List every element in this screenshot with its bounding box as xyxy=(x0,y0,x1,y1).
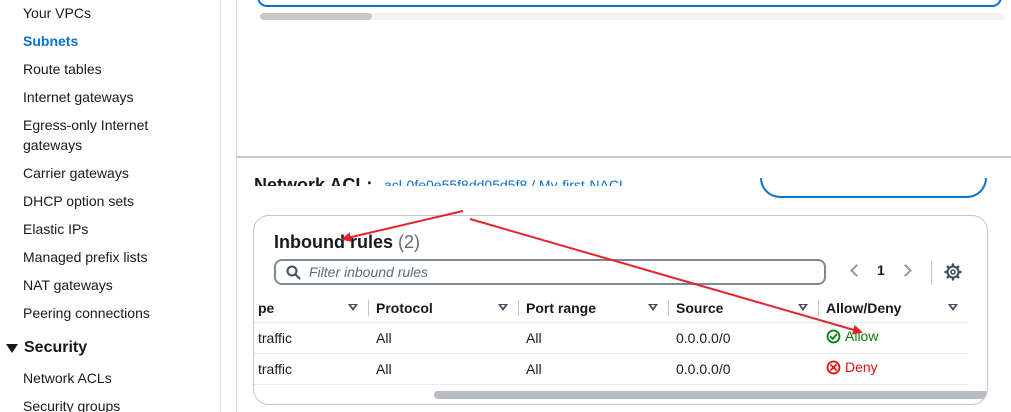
selected-table-edge xyxy=(257,0,1002,7)
table-scrollbar-thumb[interactable] xyxy=(434,391,987,399)
table-row[interactable]: traffic All All 0.0.0.0/0 Deny xyxy=(254,353,968,385)
top-pane xyxy=(236,0,1011,156)
cell-source: 0.0.0.0/0 xyxy=(668,353,818,385)
network-acl-link[interactable]: acl-0fe0e55f8dd05d5f8 / My-first-NACL xyxy=(384,176,627,186)
sort-icon[interactable] xyxy=(498,304,508,311)
sidebar-section-security[interactable]: Security xyxy=(6,339,87,357)
filter-inbound-rules[interactable] xyxy=(274,259,826,285)
cell-type: traffic xyxy=(254,322,368,354)
sidebar-item-internet-gateways[interactable]: Internet gateways xyxy=(23,87,134,107)
actions-button[interactable] xyxy=(760,178,987,198)
sort-icon[interactable] xyxy=(798,304,808,311)
status-allow: Allow xyxy=(826,328,878,344)
column-header-label: Source xyxy=(676,299,724,316)
pager-divider xyxy=(931,261,932,285)
inbound-rules-count: (2) xyxy=(398,232,421,252)
inbound-rules-table: pe Protocol Port range Source Allow/Deny… xyxy=(254,294,968,385)
cell-allow-deny: Deny xyxy=(818,353,968,385)
column-header-label: pe xyxy=(258,299,275,316)
sidebar-item-network-acls[interactable]: Network ACLs xyxy=(23,368,112,388)
x-circle-icon xyxy=(826,360,841,375)
filter-input[interactable] xyxy=(309,264,789,280)
sidebar-item-egress-only-internet-gateways[interactable]: Egress-only Internet xyxy=(23,115,148,135)
cell-port-range: All xyxy=(518,322,668,354)
current-page[interactable]: 1 xyxy=(877,262,885,278)
inbound-rules-title-text: Inbound rules xyxy=(274,232,393,252)
sidebar-item-dhcp-option-sets[interactable]: DHCP option sets xyxy=(23,191,134,211)
caret-down-icon xyxy=(6,343,18,353)
top-scrollbar-thumb[interactable] xyxy=(260,13,372,20)
column-header-type[interactable]: pe xyxy=(254,294,368,323)
column-header-label: Allow/Deny xyxy=(826,299,902,316)
cell-type: traffic xyxy=(254,353,368,385)
cell-source: 0.0.0.0/0 xyxy=(668,322,818,354)
column-divider[interactable] xyxy=(818,300,819,316)
column-header-label: Protocol xyxy=(376,299,433,316)
sort-icon[interactable] xyxy=(348,304,358,311)
sidebar-item-carrier-gateways[interactable]: Carrier gateways xyxy=(23,163,129,183)
table-header-row: pe Protocol Port range Source Allow/Deny xyxy=(254,294,968,323)
sort-icon[interactable] xyxy=(648,304,658,311)
status-label: Deny xyxy=(845,359,878,376)
pagination: 1 xyxy=(850,262,912,278)
column-header-label: Port range xyxy=(526,299,597,316)
inbound-rules-title: Inbound rules (2) xyxy=(274,232,420,253)
cell-allow-deny: Allow xyxy=(818,322,968,354)
search-icon xyxy=(286,265,301,279)
check-circle-icon xyxy=(826,329,841,344)
chevron-right-icon[interactable] xyxy=(898,263,912,277)
sidebar-item-nat-gateways[interactable]: NAT gateways xyxy=(23,275,113,295)
sidebar-item-security-groups[interactable]: Security groups xyxy=(23,396,120,412)
sort-icon[interactable] xyxy=(948,304,958,311)
sidebar-item-subnets[interactable]: Subnets xyxy=(23,31,78,51)
sidebar-nav: Your VPCs Subnets Route tables Internet … xyxy=(0,0,221,412)
status-label: Allow xyxy=(845,328,879,345)
column-header-protocol[interactable]: Protocol xyxy=(368,294,518,323)
cell-port-range: All xyxy=(518,353,668,385)
sidebar-section-title: Security xyxy=(24,339,88,356)
cell-protocol: All xyxy=(368,353,518,385)
status-deny: Deny xyxy=(826,359,878,375)
column-header-port-range[interactable]: Port range xyxy=(518,294,668,323)
sidebar-item-your-vpcs[interactable]: Your VPCs xyxy=(23,3,91,23)
sidebar-item-egress-only-internet-gateways-line2[interactable]: gateways xyxy=(23,135,82,155)
column-divider[interactable] xyxy=(518,300,519,316)
column-divider[interactable] xyxy=(668,300,669,316)
sidebar-item-peering-connections[interactable]: Peering connections xyxy=(23,303,150,323)
sidebar-item-elastic-ips[interactable]: Elastic IPs xyxy=(23,219,88,239)
chevron-left-icon[interactable] xyxy=(850,263,863,277)
gear-icon[interactable] xyxy=(944,263,962,281)
table-row[interactable]: traffic All All 0.0.0.0/0 Allow xyxy=(254,322,968,354)
column-header-allow-deny[interactable]: Allow/Deny xyxy=(818,294,968,323)
sidebar-item-route-tables[interactable]: Route tables xyxy=(23,59,102,79)
cell-protocol: All xyxy=(368,322,518,354)
bottom-pane: Network ACL: acl-0fe0e55f8dd05d5f8 / My-… xyxy=(236,158,1011,412)
inbound-rules-card: Inbound rules (2) 1 xyxy=(253,215,988,405)
network-acl-heading: Network ACL: xyxy=(254,176,373,186)
sidebar-item-managed-prefix-lists[interactable]: Managed prefix lists xyxy=(23,247,148,267)
column-divider[interactable] xyxy=(368,300,369,316)
column-header-source[interactable]: Source xyxy=(668,294,818,323)
